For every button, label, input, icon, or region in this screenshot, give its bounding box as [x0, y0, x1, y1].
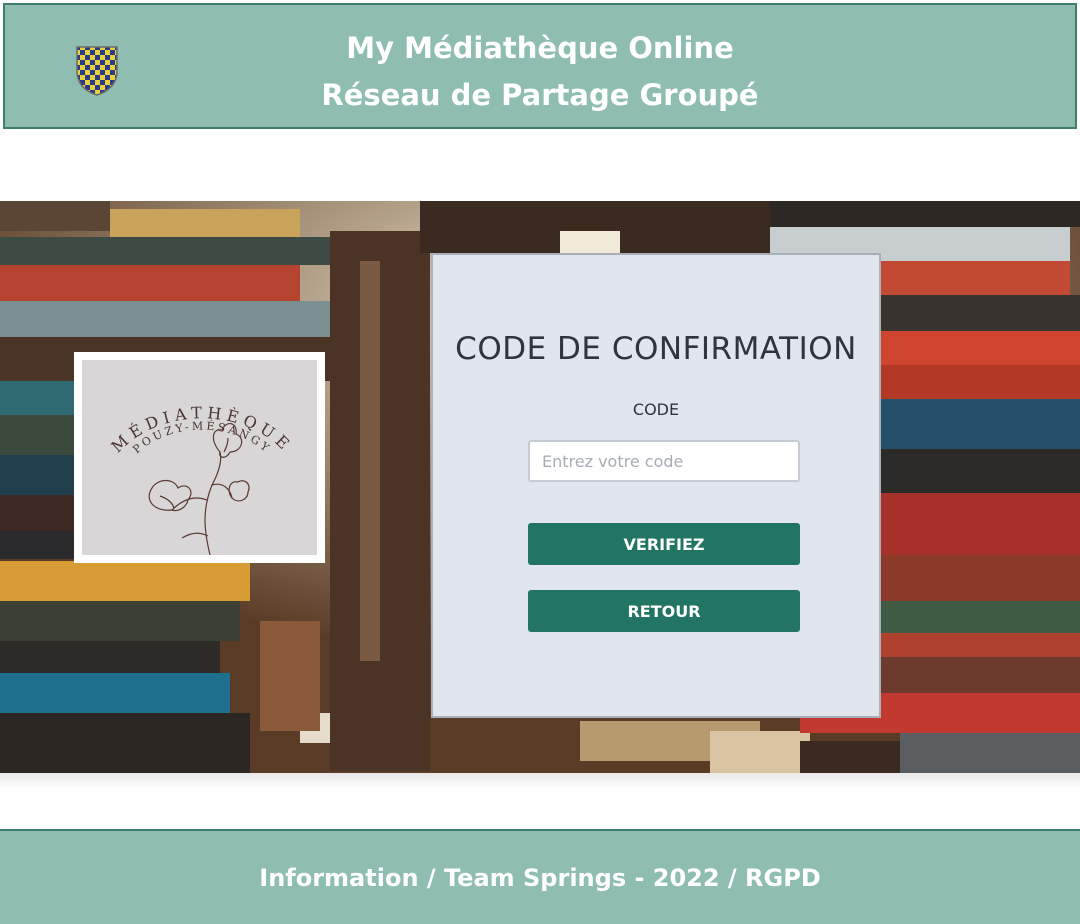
- panel-title: CODE DE CONFIRMATION: [455, 331, 857, 367]
- site-footer: Information / Team Springs - 2022 / RGPD: [0, 829, 1080, 924]
- code-input[interactable]: [528, 440, 800, 482]
- verify-button[interactable]: VERIFIEZ: [528, 523, 800, 565]
- site-title-line1: My Médiathèque Online: [346, 31, 734, 65]
- site-title-line2: Réseau de Partage Groupé: [321, 78, 759, 112]
- site-header: My Médiathèque Online Réseau de Partage …: [3, 3, 1077, 129]
- mediatheque-logo-card: MÉDIATHÈQUE POUZY-MÉSANGY: [74, 352, 325, 563]
- flower-icon: [148, 423, 250, 555]
- hero-shadow: [0, 773, 1080, 789]
- back-button[interactable]: RETOUR: [528, 590, 800, 632]
- footer-links[interactable]: Information / Team Springs - 2022 / RGPD: [0, 864, 1080, 892]
- confirmation-panel: CODE DE CONFIRMATION CODE VERIFIEZ RETOU…: [431, 253, 881, 718]
- site-title: My Médiathèque Online Réseau de Partage …: [5, 25, 1075, 119]
- code-label: CODE: [632, 400, 680, 419]
- mediatheque-logo: MÉDIATHÈQUE POUZY-MÉSANGY: [82, 360, 317, 555]
